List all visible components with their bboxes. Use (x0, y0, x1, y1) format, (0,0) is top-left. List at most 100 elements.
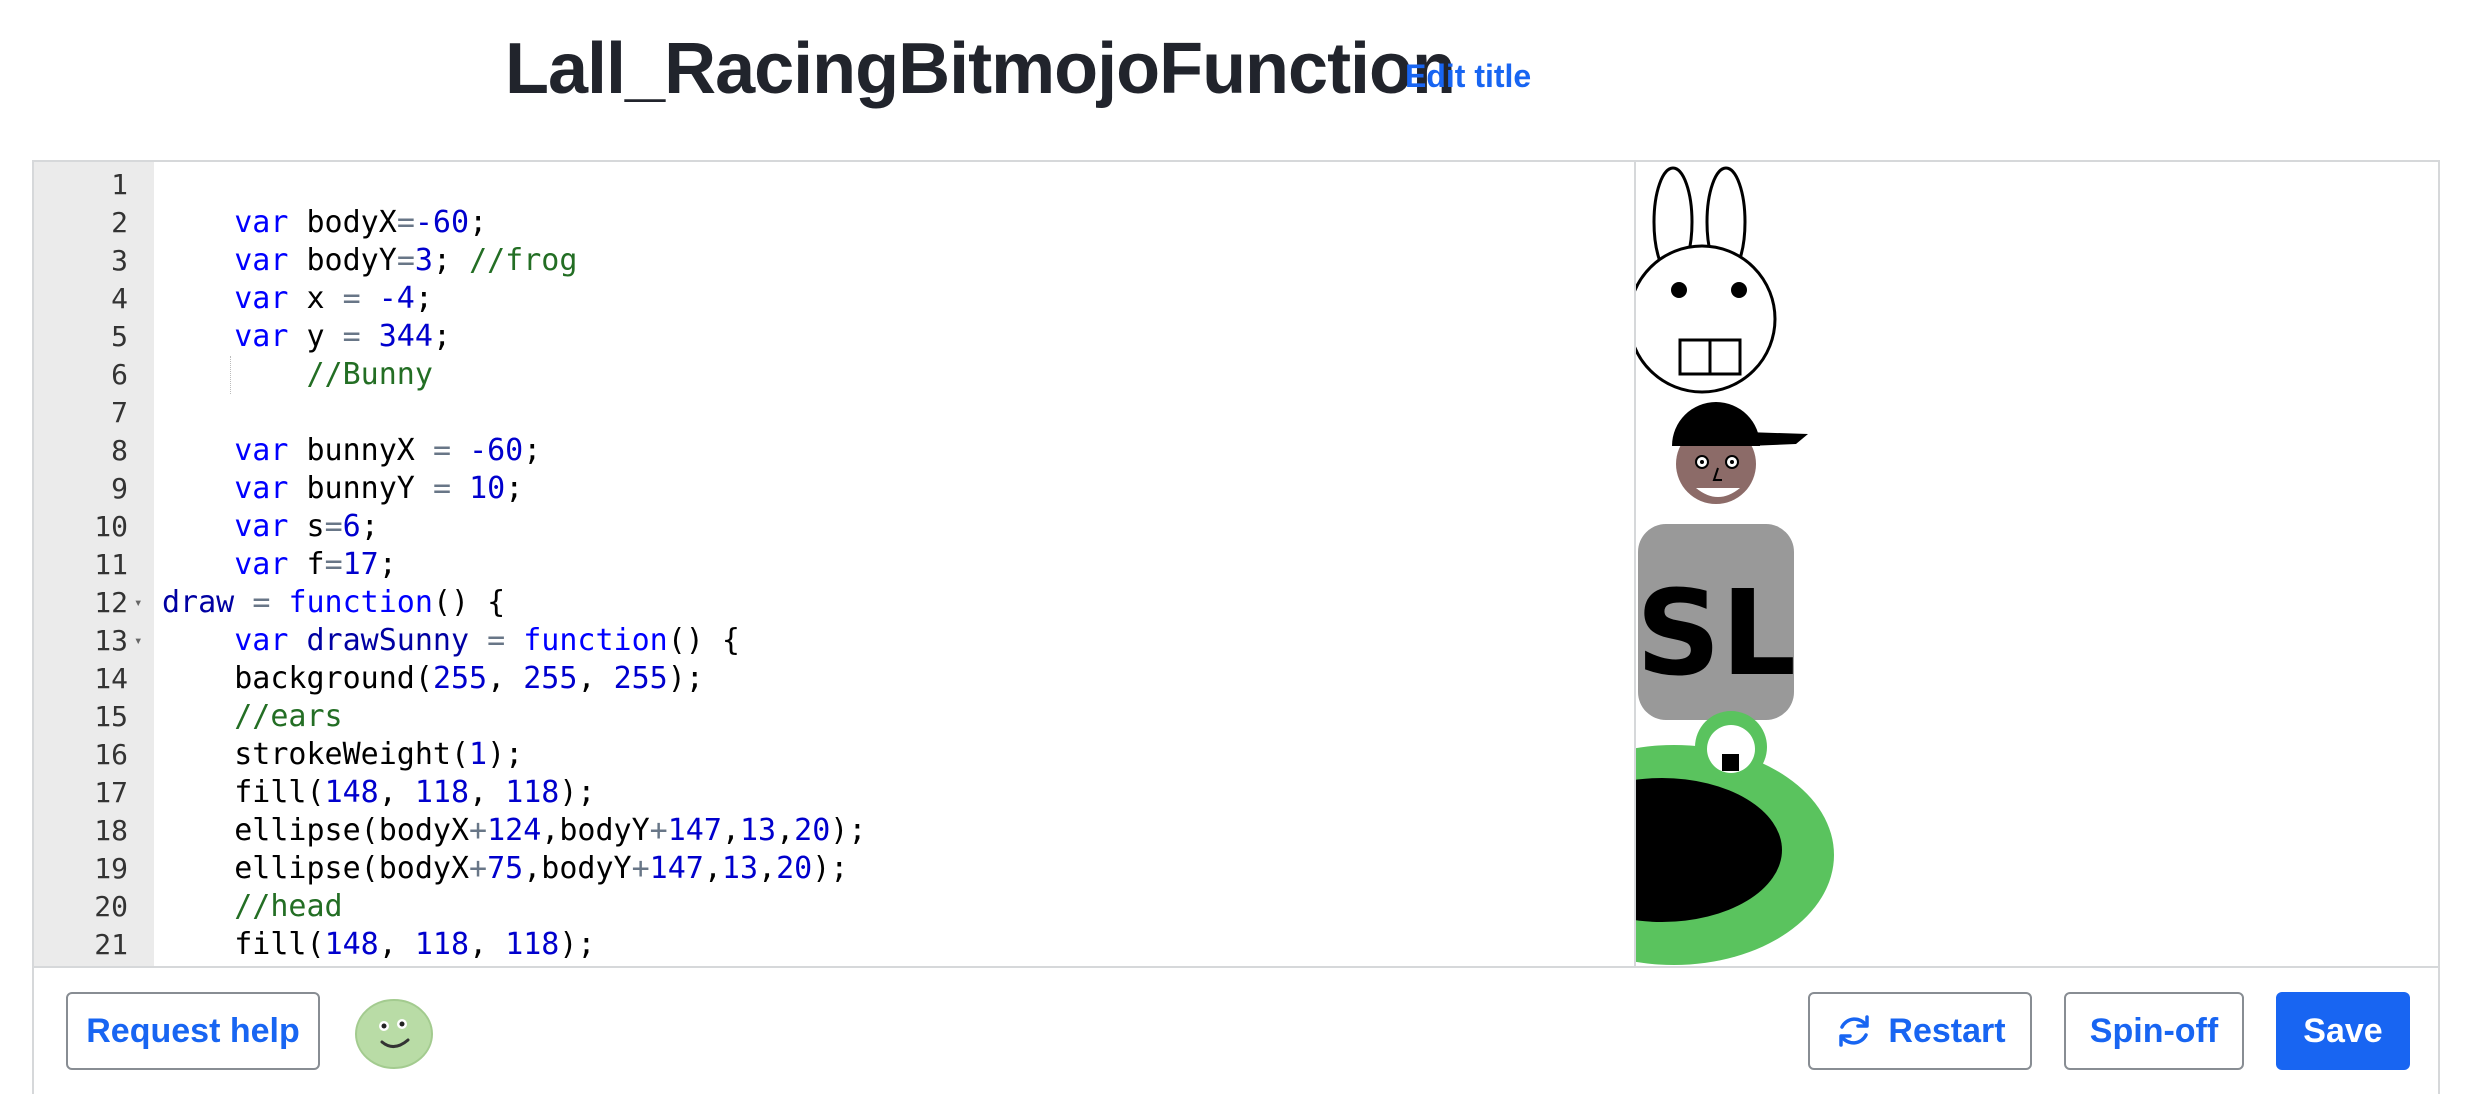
line-number: 20 (94, 890, 128, 923)
code-token: = (342, 319, 361, 354)
code-token: ); (830, 813, 867, 848)
code-text: var s=6; (162, 508, 379, 546)
line-number: 7 (111, 396, 128, 429)
request-help-button[interactable]: Request help (66, 992, 320, 1070)
code-token: var (234, 509, 289, 544)
line-number: 10 (94, 510, 128, 543)
code-line[interactable]: 5 var y = 344; (34, 318, 1634, 356)
code-line[interactable]: 6 //Bunny (34, 356, 1634, 394)
code-token: var (234, 433, 289, 468)
code-editor[interactable]: 12 var bodyX=-60; 3 var bodyY=3; //frog 4 … (34, 162, 1636, 966)
code-token: = (396, 205, 415, 240)
code-token: ); (812, 851, 849, 886)
code-token: 124 (487, 813, 542, 848)
code-token: var (234, 243, 289, 278)
code-line[interactable]: 21 fill(148, 118, 118); (34, 926, 1634, 964)
code-line[interactable]: 14 background(255, 255, 255); (34, 660, 1634, 698)
code-line[interactable]: 10 var s=6; (34, 508, 1634, 546)
code-token: = (324, 509, 343, 544)
line-number: 15 (94, 700, 128, 733)
sl-sign-text: SL (1636, 564, 1796, 702)
bottom-toolbar: Request help Restart Spin-off Save (34, 966, 2438, 1094)
code-token: () { (432, 585, 506, 620)
code-token: = (324, 547, 343, 582)
fold-arrow-icon[interactable]: ▾ (134, 584, 142, 622)
code-line[interactable]: 3 var bodyY=3; //frog (34, 242, 1634, 280)
code-token: var (234, 547, 289, 582)
code-text: strokeWeight(1); (162, 736, 523, 774)
code-token: ; (414, 281, 433, 316)
code-text: ellipse(bodyX+124,bodyY+147,13,20); (162, 812, 866, 850)
code-token: bunnyY (288, 471, 433, 506)
code-token: var (234, 623, 289, 658)
code-text: background(255, 255, 255); (162, 660, 704, 698)
code-token: ; (523, 433, 542, 468)
code-line[interactable]: 19 ellipse(bodyX+75,bodyY+147,13,20); (34, 850, 1634, 888)
code-token: , (577, 661, 614, 696)
restart-button[interactable]: Restart (1808, 992, 2032, 1070)
line-number: 1 (111, 168, 128, 201)
code-token: = (487, 623, 506, 658)
code-token: var (234, 319, 289, 354)
code-line[interactable]: 11 var f=17; (34, 546, 1634, 584)
code-token: () { (667, 623, 740, 658)
code-line[interactable]: 2 var bodyX=-60; (34, 204, 1634, 242)
code-line[interactable]: 9 var bunnyY = 10; (34, 470, 1634, 508)
line-number: 21 (94, 928, 128, 961)
code-token: ; (432, 319, 451, 354)
code-line[interactable]: 15 //ears (34, 698, 1634, 736)
code-line[interactable]: 17 fill(148, 118, 118); (34, 774, 1634, 812)
code-token: ; (432, 243, 470, 278)
code-line[interactable]: 16 strokeWeight(1); (34, 736, 1634, 774)
code-token: 75 (487, 851, 524, 886)
sl-sign-drawing: SL (1636, 524, 1796, 720)
code-text: var y = 344; (162, 318, 451, 356)
code-token: , (703, 851, 722, 886)
code-token: ; (378, 547, 397, 582)
code-lines[interactable]: 12 var bodyX=-60; 3 var bodyY=3; //frog 4 … (34, 166, 1634, 964)
line-number: 8 (111, 434, 128, 467)
code-token: = (432, 433, 451, 468)
code-line[interactable]: 13 ▾ var drawSunny = function() { (34, 622, 1634, 660)
code-token: = (252, 585, 271, 620)
page-title: Lall_RacingBitmojoFunction (505, 29, 1456, 109)
save-button[interactable]: Save (2276, 992, 2410, 1070)
code-token: 20 (794, 813, 831, 848)
code-line[interactable]: 1 (34, 166, 1634, 204)
code-line[interactable]: 4 var x = -4; (34, 280, 1634, 318)
bitmoji-head-drawing (1672, 402, 1808, 504)
fold-arrow-icon[interactable]: ▾ (134, 622, 142, 660)
output-canvas[interactable]: SL (1636, 162, 2438, 966)
code-token: + (469, 851, 488, 886)
code-token: ellipse(bodyX (162, 813, 470, 848)
spin-off-button[interactable]: Spin-off (2064, 992, 2244, 1070)
code-line[interactable]: 12 ▾ draw = function() { (34, 584, 1634, 622)
code-text: fill(148, 118, 118); (162, 926, 595, 964)
code-line[interactable]: 18 ellipse(bodyX+124,bodyY+147,13,20); (34, 812, 1634, 850)
code-token: 255 (613, 661, 668, 696)
code-text: var bunnyY = 10; (162, 470, 523, 508)
code-line[interactable]: 8 var bunnyX = -60; (34, 432, 1634, 470)
frog-drawing (1636, 711, 1834, 965)
code-token: 17 (342, 547, 379, 582)
line-number: 17 (94, 776, 128, 809)
code-line[interactable]: 7 (34, 394, 1634, 432)
code-token: bodyY (288, 243, 397, 278)
edit-title-link[interactable]: Edit title (1405, 58, 1531, 95)
line-number: 11 (94, 548, 128, 581)
code-token: 13 (739, 813, 777, 848)
code-token: fill( (162, 927, 325, 962)
code-token: fill( (162, 775, 325, 810)
code-line[interactable]: 20 //head (34, 888, 1634, 926)
code-token: , (776, 813, 795, 848)
code-token: 3 (414, 243, 433, 278)
